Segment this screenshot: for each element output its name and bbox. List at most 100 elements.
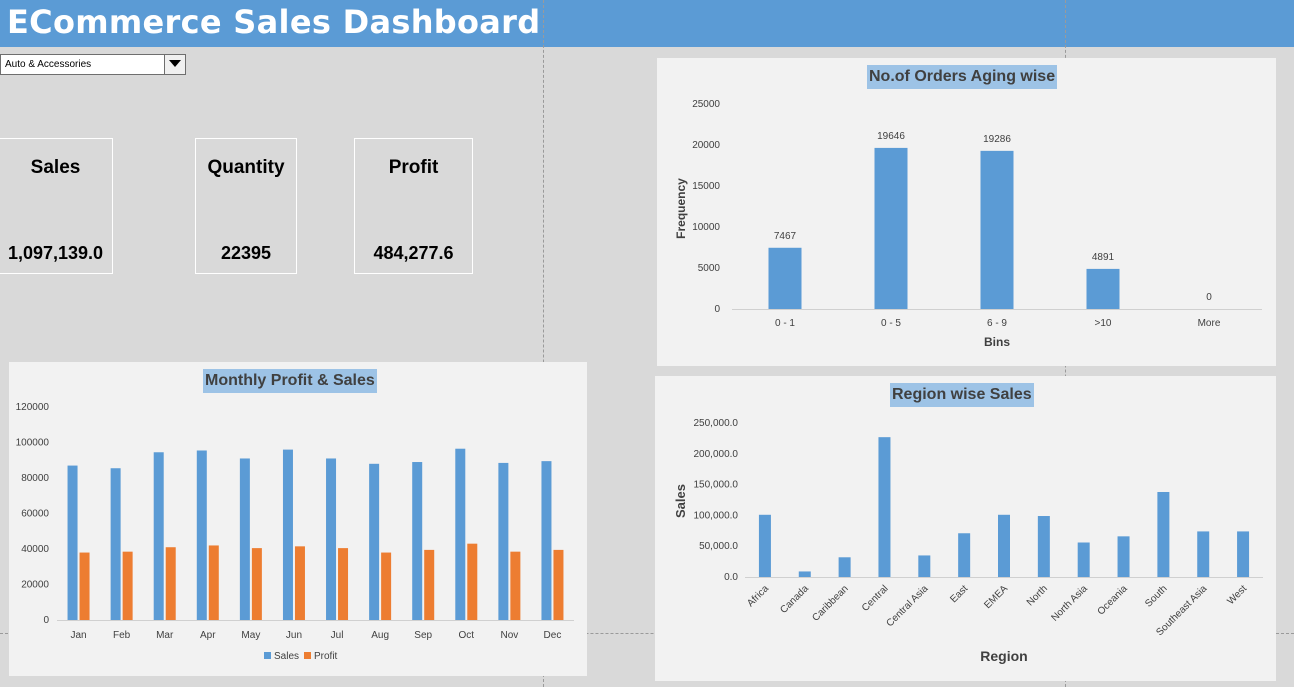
x-tick-label: 0 - 5 [881,318,901,329]
x-tick-label: Central [860,583,891,614]
x-tick-label: EMEA [982,583,1010,611]
bar [874,147,908,309]
x-tick-label: Jun [286,630,302,641]
x-tick-label: May [241,630,260,641]
y-tick-label: 15000 [692,181,720,192]
data-label: 4891 [1092,252,1115,263]
legend-label: Profit [314,651,338,662]
x-axis-title: Region [980,648,1027,664]
y-tick-label: 10000 [692,222,720,233]
kpi-label: Quantity [207,157,285,178]
aging-chart-panel[interactable]: No.of Orders Aging wise 0 5000 10000 15000 2… [657,58,1276,366]
bar [1086,268,1120,309]
bar [1077,542,1090,577]
kpi-card-quantity: Quantity 22395 [195,138,297,274]
x-tick-label: Feb [113,630,131,641]
bar [918,555,931,577]
x-tick-label: Mar [156,630,174,641]
x-tick-label: >10 [1095,318,1112,329]
y-tick-label: 20000 [692,140,720,151]
y-tick-label: 100,000.0 [694,510,739,521]
kpi-value: 22395 [220,243,272,263]
bar [1197,531,1210,577]
sales-bar [196,450,207,620]
x-tick-label: Sep [414,630,432,641]
profit-bar [122,551,133,620]
sales-bar [541,461,552,620]
bar [1237,531,1250,577]
y-tick-label: 150,000.0 [694,480,739,491]
y-tick-label: 250,000.0 [694,418,739,429]
kpi-label: Sales [30,157,81,178]
profit-bar [510,551,521,620]
y-tick-label: 80000 [21,473,49,484]
x-tick-label: Nov [500,630,518,641]
x-tick-label: Apr [200,630,216,641]
monthly-chart: 0 20000 40000 60000 80000 100000 120000 Jan Feb M… [16,402,574,662]
category-filter-value: Auto & Accessories [5,59,92,70]
y-tick-label: 5000 [698,263,721,274]
profit-bar [467,543,478,620]
x-tick-label: Central Asia [885,583,931,629]
profit-bar [294,546,305,620]
profit-bar [79,552,90,620]
profit-bar [165,547,176,620]
profit-bar [424,549,435,620]
x-tick-label: 6 - 9 [987,318,1007,329]
bar [958,533,971,577]
x-tick-label: Africa [745,583,771,609]
kpi-card-sales: Sales 1,097,139.0 [0,138,113,274]
data-label: 19286 [983,134,1011,145]
dropdown-arrow-button[interactable] [164,55,185,74]
kpi-value: 1,097,139.0 [7,243,104,263]
y-tick-label: 40000 [21,544,49,555]
bar [758,514,771,577]
profit-bar [553,549,564,620]
kpi-card-profit: Profit 484,277.6 [354,138,473,274]
category-filter-dropdown[interactable]: Auto & Accessories [0,54,186,75]
y-tick-label: 120000 [16,402,50,413]
bar [980,150,1014,309]
y-tick-label: 20000 [21,580,49,591]
data-label: 7467 [774,231,797,242]
x-tick-label: West [1225,583,1249,607]
x-tick-label: North Asia [1049,583,1090,624]
y-tick-label: 200,000.0 [694,449,739,460]
sales-bar [282,449,293,620]
aging-chart: 0 5000 10000 15000 20000 25000 7467 0 - 1 19646 0… [674,99,1262,349]
profit-bar [251,548,262,620]
sales-bar [412,462,423,620]
monthly-chart-panel[interactable]: Monthly Profit & Sales 0 20000 40000 60000 8… [9,362,587,676]
bar [1117,536,1130,577]
x-tick-label: Dec [544,630,562,641]
sales-bar [239,458,250,620]
legend-swatch-sales [264,652,271,659]
x-tick-label: East [948,583,970,605]
x-tick-label: 0 - 1 [775,318,795,329]
x-tick-label: Jul [331,630,344,641]
region-chart: 0.0 50,000.0 100,000.0 150,000.0 200,000.0 25… [673,418,1263,664]
sales-bar [110,468,121,620]
y-tick-label: 0 [714,304,720,315]
bar [998,514,1010,577]
legend-label: Sales [274,651,299,662]
bar [1157,491,1170,577]
x-tick-label: Jan [70,630,86,641]
sales-bar [326,458,337,620]
sales-bar [67,465,78,620]
region-chart-panel[interactable]: Region wise Sales 0.0 50,000.0 100,000.0 15… [655,376,1276,681]
y-axis-title: Sales [673,484,688,518]
dashboard-header: ECommerce Sales Dashboard [0,0,1294,47]
bar [768,247,802,309]
bar [1037,516,1050,577]
y-tick-label: 60000 [21,509,49,520]
y-tick-label: 0.0 [724,572,738,583]
bar [878,437,891,577]
sales-bar [369,463,380,620]
sales-bar [153,452,164,620]
x-tick-label: Oceania [1096,583,1130,617]
bar [798,571,811,577]
x-tick-label: Canada [778,583,811,616]
y-axis-title: Frequency [674,178,688,239]
x-tick-label: North [1025,583,1050,608]
